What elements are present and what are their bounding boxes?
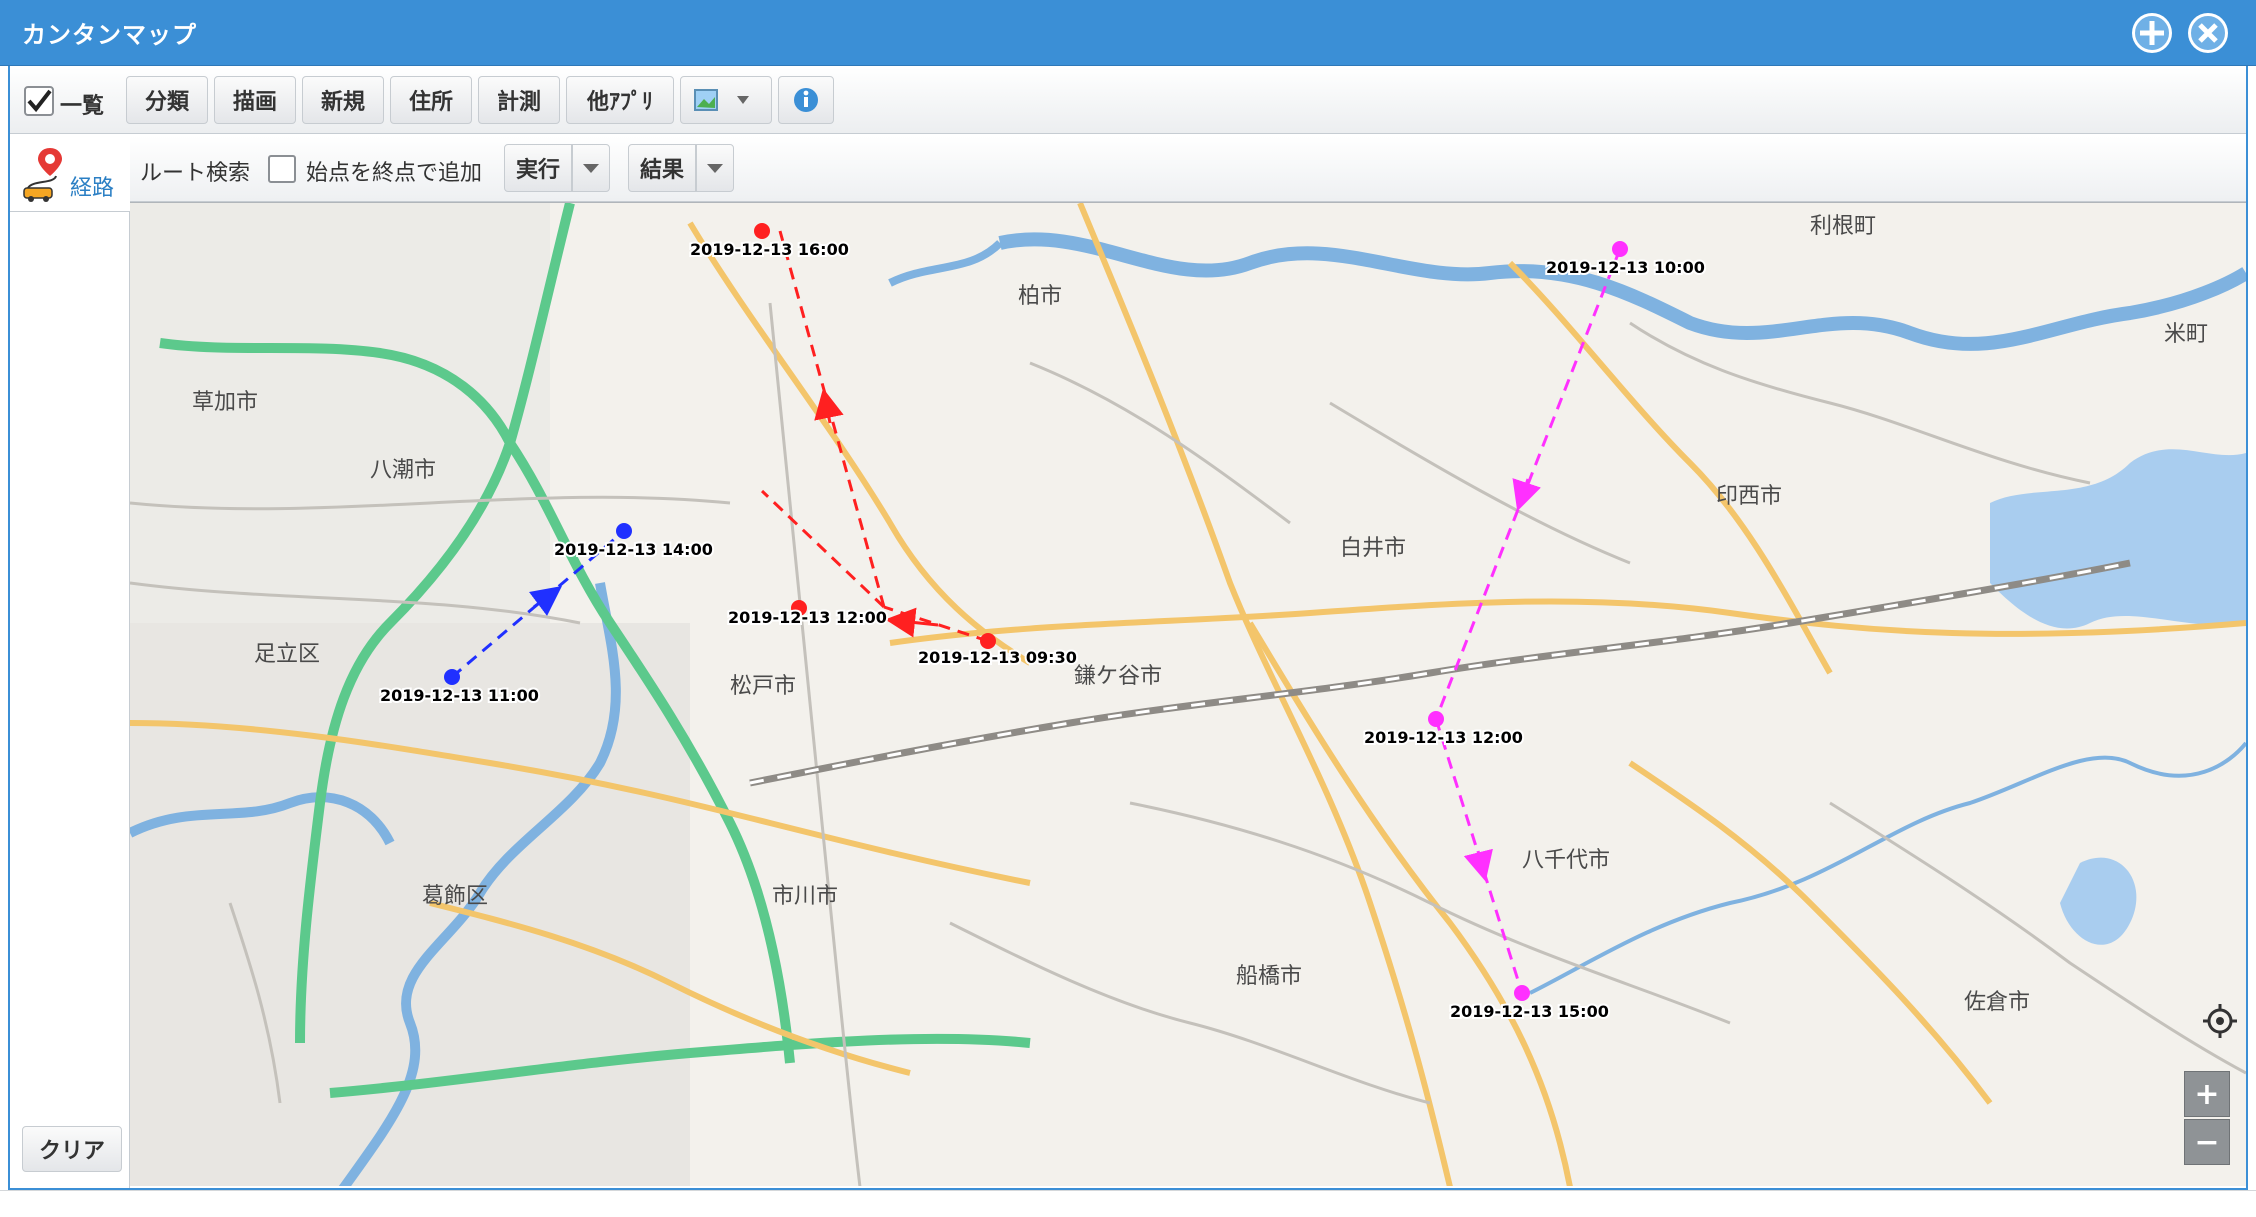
- route-point-label: 2019-12-13 14:00: [554, 540, 713, 559]
- crosshair-icon[interactable]: [2202, 1003, 2238, 1039]
- run-dropdown-button[interactable]: [572, 144, 610, 192]
- list-checkbox[interactable]: [24, 86, 54, 116]
- left-panel: 経路 クリア: [10, 136, 130, 1188]
- result-button[interactable]: 結果: [628, 144, 696, 192]
- route-label: 経路: [70, 176, 115, 201]
- route-point-label: 2019-12-13 15:00: [1450, 1002, 1609, 1021]
- window-title: カンタンマップ: [22, 21, 197, 49]
- route-point-label: 2019-12-13 10:00: [1546, 258, 1705, 277]
- place-label: 葛飾区: [422, 884, 488, 909]
- route-search-title: ルート検索: [140, 161, 251, 186]
- chevron-down-icon: [707, 164, 723, 173]
- map-canvas[interactable]: 柏市 利根町 米町 印西市 白井市 草加市 八潮市 足立区 松戸市 鎌ケ谷市 八…: [130, 203, 2246, 1186]
- route-point-label: 2019-12-13 16:00: [690, 240, 849, 259]
- run-button[interactable]: 実行: [504, 144, 572, 192]
- place-label: 米町: [2164, 322, 2208, 347]
- map-view[interactable]: 柏市 利根町 米町 印西市 白井市 草加市 八潮市 足立区 松戸市 鎌ケ谷市 八…: [130, 202, 2246, 1186]
- place-label: 市川市: [772, 884, 838, 909]
- draw-button[interactable]: 描画: [214, 76, 296, 124]
- category-button[interactable]: 分類: [126, 76, 208, 124]
- measure-button[interactable]: 計測: [478, 76, 560, 124]
- chevron-down-icon: [583, 164, 599, 173]
- main-toolbar: 一覧 分類 描画 新規 住所 計測 他ｱﾌﾟﾘ: [10, 68, 2246, 134]
- route-car-icon: [23, 148, 62, 202]
- route-point-label: 2019-12-13 11:00: [380, 686, 539, 705]
- route-search-bar: ルート検索 始点を終点で追加 実行 結果: [130, 136, 2246, 202]
- place-label: 佐倉市: [1964, 990, 2030, 1015]
- route-point-label: 2019-12-13 09:30: [918, 648, 1077, 667]
- route-point: [754, 223, 770, 239]
- place-label: 白井市: [1340, 536, 1406, 561]
- route-point-label: 2019-12-13 12:00: [1364, 728, 1523, 747]
- info-button[interactable]: [778, 76, 834, 124]
- address-button[interactable]: 住所: [390, 76, 472, 124]
- place-label: 鎌ケ谷市: [1074, 664, 1162, 689]
- route-point: [616, 523, 632, 539]
- image-dropdown-button[interactable]: [680, 76, 772, 124]
- place-label: 船橋市: [1236, 964, 1302, 989]
- place-label: 八潮市: [370, 458, 436, 483]
- route-point-label: 2019-12-13 12:00: [728, 608, 887, 627]
- place-label: 足立区: [254, 642, 320, 667]
- title-bar: カンタンマップ: [0, 0, 2256, 66]
- route-point: [980, 633, 996, 649]
- route-point: [1514, 985, 1530, 1001]
- zoom-in-button[interactable]: +: [2184, 1071, 2230, 1117]
- result-dropdown-button[interactable]: [696, 144, 734, 192]
- route-point: [1428, 711, 1444, 727]
- place-label: 柏市: [1018, 284, 1062, 309]
- place-label: 草加市: [192, 390, 258, 415]
- image-icon: [694, 89, 749, 111]
- place-label: 松戸市: [730, 674, 796, 699]
- close-circle-icon[interactable]: [2188, 13, 2228, 53]
- zoom-out-button[interactable]: −: [2184, 1119, 2230, 1165]
- info-icon: [794, 88, 818, 112]
- route-tab[interactable]: 経路: [10, 136, 130, 212]
- other-apps-button[interactable]: 他ｱﾌﾟﾘ: [566, 76, 674, 124]
- plus-circle-icon[interactable]: [2132, 13, 2172, 53]
- bottom-list-strip: [0, 1190, 2256, 1217]
- start-as-end-label: 始点を終点で追加: [306, 161, 483, 186]
- route-point: [1612, 241, 1628, 257]
- clear-button[interactable]: クリア: [22, 1126, 122, 1172]
- place-label: 利根町: [1810, 214, 1876, 239]
- app-window: カンタンマップ 一覧 分類 描画 新規 住所 計測 他ｱﾌﾟﾘ 経路 クリア ル…: [0, 0, 2256, 1217]
- route-point: [444, 669, 460, 685]
- list-label: 一覧: [60, 94, 105, 119]
- new-button[interactable]: 新規: [302, 76, 384, 124]
- place-label: 印西市: [1716, 484, 1782, 509]
- place-label: 八千代市: [1522, 848, 1610, 873]
- start-as-end-checkbox[interactable]: [268, 155, 296, 183]
